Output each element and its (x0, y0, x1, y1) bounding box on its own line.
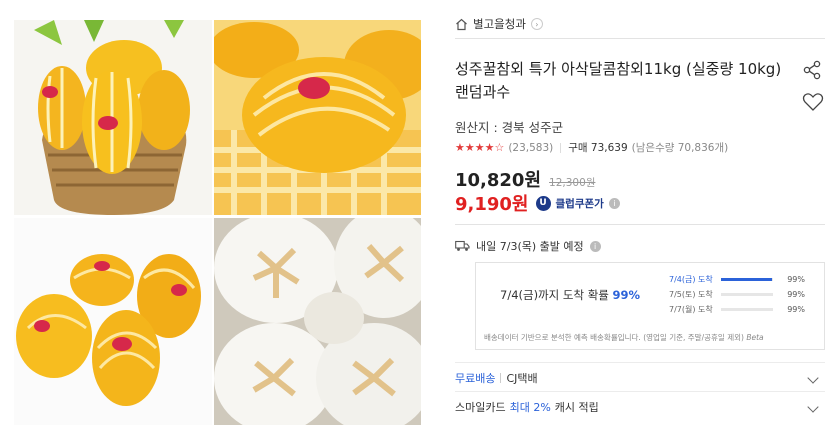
card-suffix: 캐시 적립 (554, 401, 599, 414)
shipping-estimate: 내일 7/3(목) 출발 예정 i (455, 238, 601, 254)
forecast-row-percent: 99% (787, 290, 805, 299)
club-badge-icon: U (535, 195, 551, 211)
forecast-note-text: 배송데이터 기반으로 분석한 예측 배송확률입니다. (영업일 기준, 주말/공… (484, 333, 744, 342)
sale-price: 10,820원 (455, 170, 542, 191)
rating-stars: ★★★★☆ (455, 141, 505, 154)
forecast-row: 7/5(토) 도착 99% (669, 289, 805, 300)
forecast-percent: 99% (612, 288, 641, 302)
chevron-right-icon: › (530, 18, 543, 30)
coupon-price-row: 9,190원 U 클럽쿠폰가 i (455, 190, 620, 216)
forecast-row-percent: 99% (787, 275, 805, 284)
delivery-forecast-box: 7/4(금)까지 도착 확률 99% 7/4(금) 도착 99% 7/5(토) … (475, 262, 825, 350)
divider (455, 391, 825, 392)
info-icon[interactable]: i (589, 240, 601, 252)
chevron-down-icon[interactable] (807, 372, 819, 384)
share-icon[interactable] (802, 60, 822, 80)
forecast-bar (721, 308, 773, 311)
truck-icon (455, 240, 470, 251)
card-prefix: 스마일카드 (455, 401, 506, 414)
card-rate: 최대 2% (509, 401, 551, 414)
forecast-bar-fill (721, 278, 773, 281)
shipping-label: 내일 7/3(목) 출발 예정 (476, 240, 584, 253)
forecast-date: 7/5(토) 도착 (669, 290, 713, 299)
forecast-headline: 7/4(금)까지 도착 확률 99% (500, 287, 640, 303)
purchase-count: 구매 73,639 (568, 142, 628, 154)
divider (455, 38, 825, 39)
forecast-row: 7/7(월) 도착 99% (669, 304, 805, 315)
divider (455, 362, 825, 363)
product-title: 성주꿀참외 특가 아삭달콤참외11kg (실중량 10kg)랜덤과수 (455, 60, 782, 101)
coupon-price: 9,190원 (455, 194, 529, 215)
forecast-prefix: 7/4(금)까지 도착 확률 (500, 288, 613, 302)
product-image-sliced[interactable] (214, 218, 421, 425)
courier-label: CJ택배 (506, 372, 538, 385)
product-image-whole-melons[interactable] (14, 218, 212, 425)
delivery-option-row[interactable]: 무료배송 CJ택배 (455, 370, 825, 386)
store-icon (456, 18, 467, 30)
heart-icon[interactable] (802, 92, 824, 112)
product-image-gallery (14, 20, 421, 425)
card-benefit-row[interactable]: 스마일카드 최대 2% 캐시 적립 (455, 399, 825, 415)
forecast-date: 7/4(금) 도착 (669, 275, 713, 284)
coupon-label: 클럽쿠폰가 (555, 197, 604, 210)
product-origin: 원산지 : 경북 성주군 (455, 120, 564, 135)
divider (500, 373, 502, 383)
forecast-row-percent: 99% (787, 305, 805, 314)
original-price: 12,300원 (549, 177, 596, 189)
beta-label: Beta (746, 333, 764, 342)
price-row: 10,820원 12,300원 (455, 166, 595, 192)
product-image-basket[interactable] (14, 20, 212, 215)
forecast-row: 7/4(금) 도착 99% (669, 274, 805, 285)
stock-remaining: (남은수량 70,836개) (631, 142, 729, 154)
free-shipping-label: 무료배송 (455, 372, 496, 385)
store-name: 별고을청과 (473, 17, 526, 31)
product-image-closeup[interactable] (214, 20, 421, 215)
forecast-date: 7/7(월) 도착 (669, 305, 713, 314)
chevron-down-icon[interactable] (807, 401, 819, 413)
forecast-note: 배송데이터 기반으로 분석한 예측 배송확률입니다. (영업일 기준, 주말/공… (484, 332, 764, 343)
divider (560, 142, 562, 153)
info-icon[interactable]: i (608, 197, 620, 209)
review-count[interactable]: (23,583) (508, 142, 553, 154)
forecast-bar (721, 293, 773, 296)
product-detail-page: 별고을청과 › 성주꿀참외 특가 아삭달콤참외11kg (실중량 10kg)랜덤… (0, 0, 835, 427)
rating-summary: ★★★★☆ (23,583) 구매 73,639 (남은수량 70,836개) (455, 140, 728, 155)
forecast-bar (721, 278, 773, 281)
store-link[interactable]: 별고을청과 › (455, 16, 543, 32)
divider (455, 224, 825, 225)
